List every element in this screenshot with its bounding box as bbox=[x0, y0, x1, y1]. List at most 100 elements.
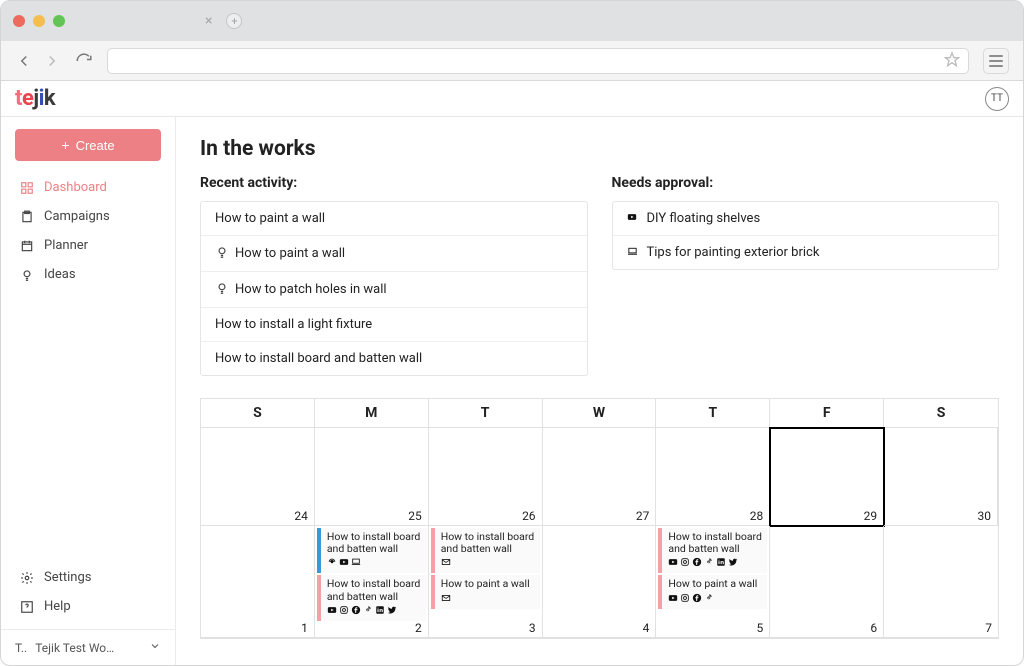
address-bar[interactable] bbox=[107, 48, 969, 74]
sidebar-item-campaigns[interactable]: Campaigns bbox=[1, 202, 175, 231]
calendar-day-header: S bbox=[884, 399, 998, 427]
calendar-cell[interactable]: 30 bbox=[884, 428, 998, 526]
main-content: In the works Recent activity: How to pai… bbox=[176, 117, 1023, 665]
calendar-event[interactable]: How to install board and batten wall bbox=[658, 528, 767, 573]
podcast-icon bbox=[327, 557, 337, 570]
calendar-event[interactable]: How to paint a wall bbox=[658, 575, 767, 608]
recent-activity-item[interactable]: How to paint a wall bbox=[201, 236, 587, 272]
reload-button[interactable] bbox=[75, 52, 93, 70]
recent-activity-item[interactable]: How to patch holes in wall bbox=[201, 272, 587, 308]
approval-item[interactable]: DIY floating shelves bbox=[613, 202, 999, 236]
calendar-day-number: 2 bbox=[415, 621, 422, 635]
user-avatar[interactable]: TT bbox=[985, 87, 1009, 111]
calendar-cell[interactable]: How to install board and batten wall How … bbox=[656, 526, 770, 638]
app-logo[interactable]: tejik bbox=[15, 86, 55, 111]
sidebar-item-label: Ideas bbox=[44, 267, 76, 282]
sidebar-item-label: Planner bbox=[44, 238, 88, 253]
calendar-cell[interactable]: 24 bbox=[201, 428, 315, 526]
app-header: tejik TT bbox=[1, 81, 1023, 117]
event-channel-icons bbox=[327, 605, 422, 618]
create-button[interactable]: + Create bbox=[15, 129, 161, 161]
calendar-event[interactable]: How to install board and batten wall bbox=[317, 575, 426, 620]
calendar-cell[interactable]: 26 bbox=[429, 428, 543, 526]
calendar-cell[interactable]: 25 bbox=[315, 428, 429, 526]
calendar-cell[interactable]: 4 bbox=[543, 526, 657, 638]
activity-label: How to install a light fixture bbox=[215, 317, 372, 332]
sidebar-item-ideas[interactable]: Ideas bbox=[1, 260, 175, 289]
calendar-cell[interactable]: 28 bbox=[656, 428, 770, 526]
sidebar-item-label: Dashboard bbox=[44, 180, 107, 195]
bulb-icon bbox=[215, 245, 229, 262]
window-close[interactable] bbox=[13, 15, 25, 27]
calendar-cell[interactable]: How to install board and batten wall How … bbox=[429, 526, 543, 638]
calendar-cell[interactable]: 7 bbox=[884, 526, 998, 638]
recent-activity-item[interactable]: How to install a light fixture bbox=[201, 308, 587, 342]
approval-item[interactable]: Tips for painting exterior brick bbox=[613, 236, 999, 269]
calendar: SMTWTFS 242526272829301How to install bo… bbox=[200, 398, 999, 639]
calendar-day-header: T bbox=[656, 399, 770, 427]
workspace-name: Tejik Test Wo… bbox=[35, 641, 114, 655]
recent-activity-item[interactable]: How to paint a wall bbox=[201, 202, 587, 236]
activity-label: How to paint a wall bbox=[215, 211, 325, 226]
calendar-day-header: F bbox=[770, 399, 884, 427]
twitter-icon bbox=[728, 557, 738, 570]
needs-approval-heading: Needs approval: bbox=[612, 175, 1000, 191]
sidebar-item-help[interactable]: Help bbox=[1, 592, 175, 621]
tab-close-icon[interactable]: × bbox=[205, 13, 212, 29]
event-channel-icons bbox=[441, 593, 536, 606]
recent-activity-heading: Recent activity: bbox=[200, 175, 588, 191]
sidebar-item-settings[interactable]: Settings bbox=[1, 563, 175, 592]
window-maximize[interactable] bbox=[53, 15, 65, 27]
calendar-cell[interactable]: 27 bbox=[543, 428, 657, 526]
sidebar-item-dashboard[interactable]: Dashboard bbox=[1, 173, 175, 202]
event-title: How to paint a wall bbox=[668, 578, 763, 590]
browser-toolbar bbox=[1, 41, 1023, 81]
bookmark-star-icon[interactable] bbox=[944, 51, 960, 71]
event-channel-icons bbox=[668, 593, 763, 606]
workspace-prefix: T.. bbox=[15, 641, 27, 655]
linkedin-icon bbox=[716, 557, 726, 570]
tiktok-icon bbox=[704, 557, 714, 570]
activity-label: How to install board and batten wall bbox=[215, 351, 422, 366]
sidebar-item-planner[interactable]: Planner bbox=[1, 231, 175, 260]
activity-label: How to patch holes in wall bbox=[235, 282, 387, 297]
tiktok-icon bbox=[363, 605, 373, 618]
calendar-cell[interactable]: 29 bbox=[770, 428, 884, 526]
calendar-event[interactable]: How to install board and batten wall bbox=[317, 528, 426, 573]
activity-label: How to paint a wall bbox=[235, 246, 345, 261]
mail-icon bbox=[441, 593, 451, 606]
forward-button[interactable] bbox=[43, 52, 61, 70]
calendar-cell[interactable]: 1 bbox=[201, 526, 315, 638]
recent-activity-item[interactable]: How to install board and batten wall bbox=[201, 342, 587, 375]
laptop-icon bbox=[351, 557, 361, 570]
youtube-icon bbox=[668, 593, 678, 606]
calendar-event[interactable]: How to paint a wall bbox=[431, 575, 540, 608]
tiktok-icon bbox=[704, 593, 714, 606]
event-title: How to install board and batten wall bbox=[327, 578, 422, 602]
browser-menu-button[interactable] bbox=[983, 48, 1009, 74]
back-button[interactable] bbox=[15, 52, 33, 70]
event-title: How to paint a wall bbox=[441, 578, 536, 590]
plus-icon: + bbox=[61, 137, 69, 153]
event-title: How to install board and batten wall bbox=[327, 531, 422, 555]
calendar-cell[interactable]: How to install board and batten wall How … bbox=[315, 526, 429, 638]
instagram-icon bbox=[339, 605, 349, 618]
event-channel-icons bbox=[327, 557, 422, 570]
browser-tab-bar: × + bbox=[1, 1, 1023, 41]
new-tab-button[interactable]: + bbox=[226, 13, 242, 29]
needs-approval-list: DIY floating shelvesTips for painting ex… bbox=[612, 201, 1000, 270]
event-title: How to install board and batten wall bbox=[668, 531, 763, 555]
calendar-day-header: W bbox=[543, 399, 657, 427]
calendar-icon bbox=[19, 239, 35, 253]
create-button-label: Create bbox=[76, 138, 115, 153]
calendar-day-number: 30 bbox=[977, 509, 991, 523]
youtube-icon bbox=[339, 557, 349, 570]
calendar-day-number: 3 bbox=[529, 621, 536, 635]
calendar-cell[interactable]: 6 bbox=[770, 526, 884, 638]
event-title: How to install board and batten wall bbox=[441, 531, 536, 555]
youtube-icon bbox=[668, 557, 678, 570]
workspace-selector[interactable]: T.. Tejik Test Wo… bbox=[1, 629, 175, 665]
window-minimize[interactable] bbox=[33, 15, 45, 27]
page-title: In the works bbox=[200, 137, 999, 161]
calendar-event[interactable]: How to install board and batten wall bbox=[431, 528, 540, 573]
